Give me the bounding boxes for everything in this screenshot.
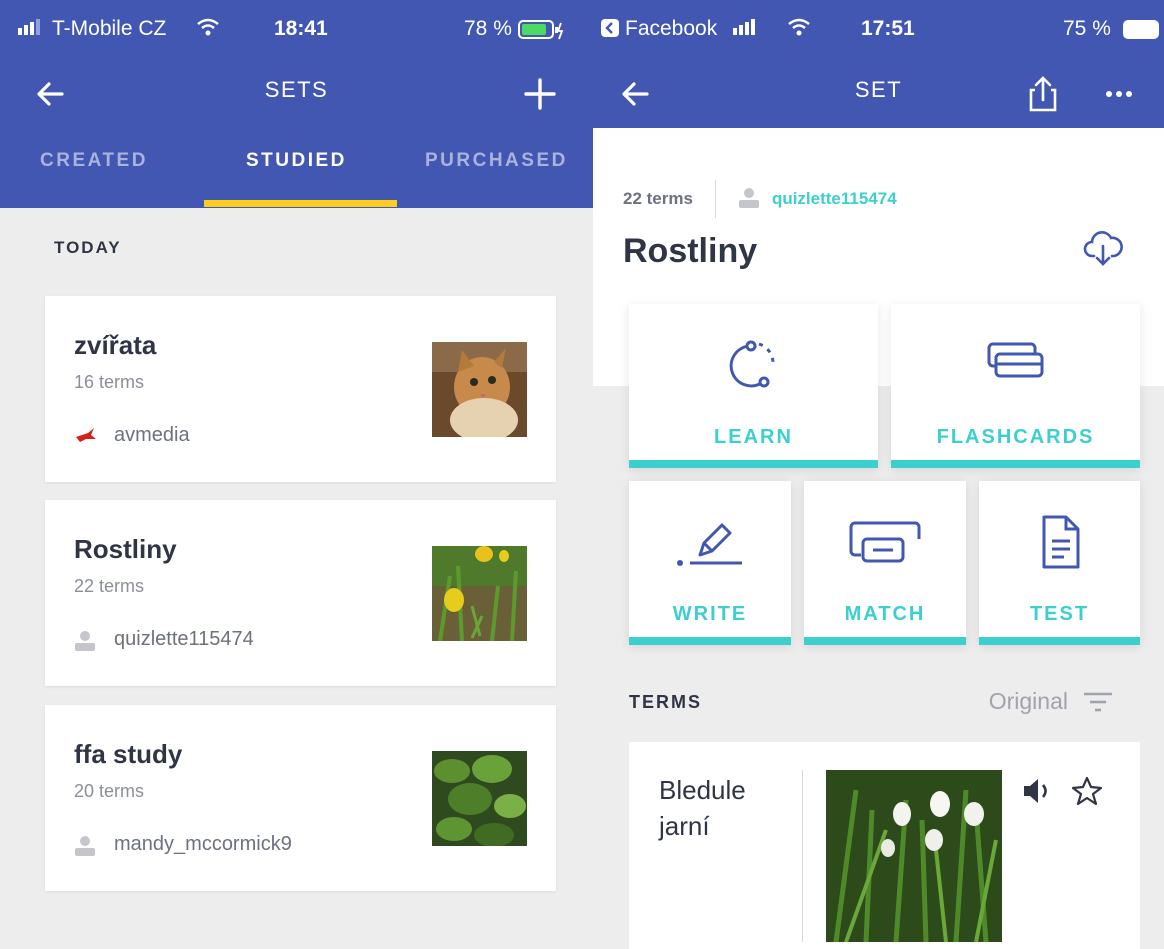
set-title: zvířata <box>74 330 157 360</box>
set-creator: avmedia <box>74 424 190 447</box>
user-icon <box>74 629 98 651</box>
set-title: Rostliny <box>623 232 758 270</box>
carrier-label: T-Mobile CZ <box>52 17 167 40</box>
set-creator: mandy_mccormick9 <box>74 833 292 856</box>
learn-icon <box>729 340 775 388</box>
speaker-icon[interactable] <box>1021 776 1053 806</box>
term-word: Bledule jarní <box>659 775 746 841</box>
set-title: ffa study <box>74 739 183 769</box>
top-nav: SET <box>593 60 1164 128</box>
battery-percent: 78 % <box>464 17 512 40</box>
learn-label: LEARN <box>714 426 793 448</box>
cat-thumbnail <box>432 342 527 437</box>
set-creator-name: mandy_mccormick9 <box>114 833 292 855</box>
set-term-count: 16 terms <box>74 372 145 392</box>
match-icon <box>849 521 921 563</box>
test-icon <box>1042 515 1079 569</box>
meta-divider <box>714 180 716 218</box>
sets-screen: T-Mobile CZ 18:41 78 % SETS CREATED STUD… <box>0 0 593 949</box>
match-label: MATCH <box>844 603 926 625</box>
battery-icon <box>518 19 564 47</box>
top-nav: SETS <box>0 60 593 128</box>
set-title: Rostliny <box>74 534 177 564</box>
battery-icon <box>1123 19 1161 47</box>
tulip-thumbnail <box>432 546 527 641</box>
back-to-app-icon[interactable] <box>601 19 619 43</box>
term-actions <box>1021 776 1103 806</box>
more-options-icon[interactable] <box>1097 72 1141 116</box>
term-divider <box>802 770 803 942</box>
back-app-label[interactable]: Facebook <box>625 17 717 41</box>
set-card[interactable]: Rostliny 22 terms quizlette115474 <box>45 500 556 686</box>
active-tab-indicator <box>204 200 397 207</box>
section-today: TODAY <box>54 238 122 257</box>
write-label: WRITE <box>672 603 748 625</box>
tab-purchased[interactable]: PURCHASED <box>425 150 568 172</box>
jade-plant-thumbnail <box>432 751 527 846</box>
terms-section-label: TERMS <box>629 692 702 712</box>
snowflake-flower-image <box>826 770 1002 942</box>
status-bar: T-Mobile CZ 18:41 78 % <box>0 0 593 60</box>
share-icon[interactable] <box>1021 72 1065 116</box>
set-creator-link[interactable]: quizlette115474 <box>772 189 897 209</box>
status-bar: Facebook 17:51 75 % <box>593 0 1164 60</box>
filter-icon <box>1084 692 1112 711</box>
set-term-count: 20 terms <box>74 781 145 801</box>
flashcards-label: FLASHCARDS <box>936 426 1095 448</box>
star-icon[interactable] <box>1071 776 1103 806</box>
set-card[interactable]: zvířata 16 terms avmedia <box>45 296 556 482</box>
signal-icon <box>18 17 52 41</box>
set-card[interactable]: ffa study 20 terms mandy_mccormick9 <box>45 705 556 891</box>
write-icon <box>677 523 742 566</box>
wifi-icon <box>196 18 220 42</box>
signal-icon <box>733 17 763 41</box>
flashcards-mode-button[interactable]: FLASHCARDS <box>891 304 1140 468</box>
set-detail-screen: Facebook 17:51 75 % SET 22 terms quizlet… <box>593 0 1164 949</box>
wifi-icon <box>787 18 811 42</box>
set-term-count: 22 terms <box>74 576 145 596</box>
set-creator-name: avmedia <box>114 424 190 446</box>
sort-value: Original <box>988 688 1068 714</box>
battery-percent: 75 % <box>1063 17 1111 40</box>
tab-created[interactable]: CREATED <box>40 150 148 172</box>
tab-bar: CREATED STUDIED PURCHASED <box>0 128 593 208</box>
set-creator-name: quizlette115474 <box>114 628 254 650</box>
set-meta: 22 terms quizlette115474 <box>623 180 897 218</box>
sort-control[interactable]: Original <box>989 688 1114 715</box>
page-title: SET <box>854 77 903 102</box>
tab-studied[interactable]: STUDIED <box>246 150 347 172</box>
flashcards-icon <box>987 342 1043 378</box>
clock: 17:51 <box>861 17 915 40</box>
page-title: SETS <box>264 77 329 102</box>
set-term-count: 22 terms <box>623 189 693 208</box>
user-icon <box>74 834 98 856</box>
plus-icon[interactable] <box>518 72 562 116</box>
user-icon <box>738 186 760 213</box>
match-mode-button[interactable]: MATCH <box>804 481 966 645</box>
cloud-download-icon[interactable] <box>1082 226 1124 268</box>
test-label: TEST <box>1029 603 1090 625</box>
test-mode-button[interactable]: TEST <box>979 481 1140 645</box>
avmedia-logo-icon <box>74 425 98 447</box>
set-creator: quizlette115474 <box>74 628 254 651</box>
term-card: Bledule jarní <box>629 742 1140 949</box>
write-mode-button[interactable]: WRITE <box>629 481 791 645</box>
clock: 18:41 <box>274 17 328 40</box>
learn-mode-button[interactable]: LEARN <box>629 304 878 468</box>
